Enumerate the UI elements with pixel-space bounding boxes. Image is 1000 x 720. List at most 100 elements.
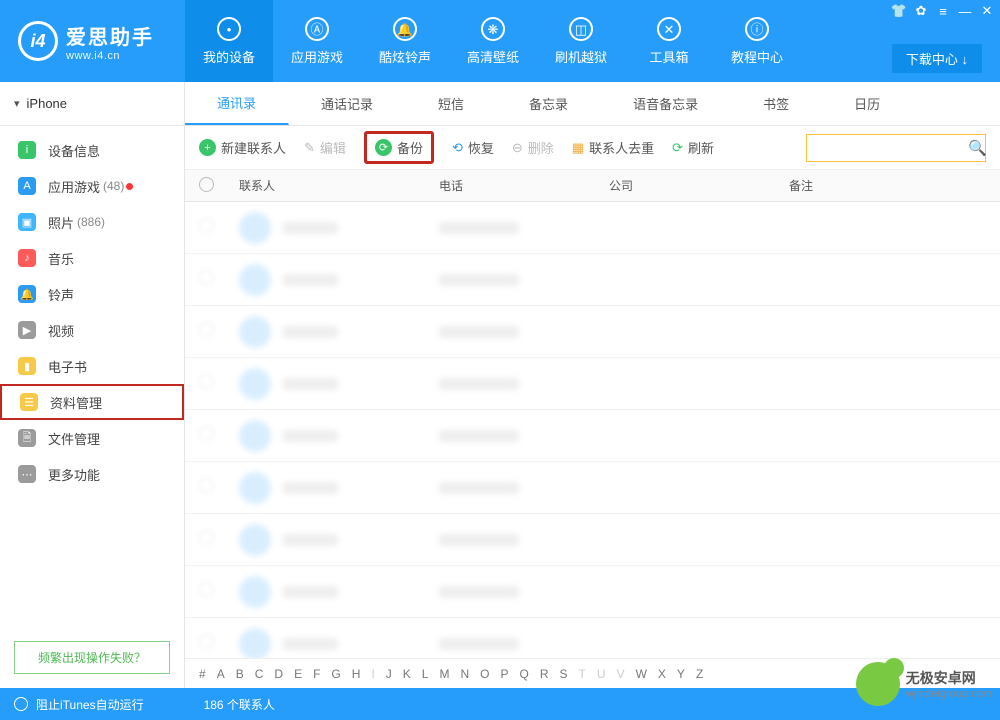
tab-语音备忘录[interactable]: 语音备忘录 <box>601 82 731 125</box>
close-icon[interactable]: ✕ <box>980 4 994 18</box>
top-nav-appstore[interactable]: Ⓐ应用游戏 <box>273 0 361 82</box>
sidebar-item-铃声[interactable]: 🔔铃声 <box>0 276 184 312</box>
alpha-K[interactable]: K <box>403 667 411 681</box>
table-row[interactable] <box>185 462 1000 514</box>
alpha-U[interactable]: U <box>597 667 606 681</box>
col-note[interactable]: 备注 <box>789 177 986 194</box>
sidebar-item-照片[interactable]: ▣照片(886) <box>0 204 184 240</box>
alpha-N[interactable]: N <box>460 667 469 681</box>
table-row[interactable] <box>185 306 1000 358</box>
new-contact-button[interactable]: +新建联系人 <box>199 138 286 157</box>
row-checkbox[interactable] <box>199 218 214 233</box>
alpha-C[interactable]: C <box>255 667 264 681</box>
col-company[interactable]: 公司 <box>609 177 789 194</box>
alpha-H[interactable]: H <box>352 667 361 681</box>
settings-icon[interactable]: ✿ <box>914 4 928 18</box>
alpha-S[interactable]: S <box>560 667 568 681</box>
restore-button[interactable]: ⟲恢复 <box>452 138 494 157</box>
top-nav-box[interactable]: ◫刷机越狱 <box>537 0 625 82</box>
alpha-L[interactable]: L <box>422 667 429 681</box>
apple-icon: • <box>217 17 241 41</box>
refresh-button[interactable]: ⟳刷新 <box>672 138 714 157</box>
shirt-icon[interactable]: 👕 <box>892 4 906 18</box>
row-checkbox[interactable] <box>199 374 214 389</box>
sidebar-icon: ▣ <box>18 213 36 231</box>
sidebar-item-电子书[interactable]: ▮电子书 <box>0 348 184 384</box>
search-box[interactable]: 🔍 <box>806 134 986 162</box>
row-checkbox[interactable] <box>199 582 214 597</box>
alpha-O[interactable]: O <box>480 667 489 681</box>
device-selector[interactable]: iPhone <box>0 82 184 126</box>
tab-备忘录[interactable]: 备忘录 <box>497 82 601 125</box>
alpha-E[interactable]: E <box>294 667 302 681</box>
search-input[interactable] <box>813 141 968 155</box>
watermark-logo-icon <box>856 662 900 706</box>
tab-通话记录[interactable]: 通话记录 <box>289 82 406 125</box>
alpha-D[interactable]: D <box>274 667 283 681</box>
alpha-P[interactable]: P <box>501 667 509 681</box>
sidebar-icon: 🗎 <box>18 429 36 447</box>
minimize-icon[interactable]: — <box>958 4 972 18</box>
alpha-A[interactable]: A <box>217 667 225 681</box>
tab-通讯录[interactable]: 通讯录 <box>185 82 289 125</box>
dedup-button[interactable]: ▦联系人去重 <box>572 138 654 157</box>
alpha-F[interactable]: F <box>313 667 320 681</box>
dropdown-icon[interactable]: ≡ <box>936 4 950 18</box>
table-row[interactable] <box>185 566 1000 618</box>
sidebar-item-应用游戏[interactable]: A应用游戏(48) <box>0 168 184 204</box>
top-nav-flower[interactable]: ❋高清壁纸 <box>449 0 537 82</box>
alpha-Z[interactable]: Z <box>696 667 703 681</box>
sidebar-item-音乐[interactable]: ♪音乐 <box>0 240 184 276</box>
alpha-V[interactable]: V <box>617 667 625 681</box>
row-checkbox[interactable] <box>199 478 214 493</box>
alpha-B[interactable]: B <box>236 667 244 681</box>
alpha-Q[interactable]: Q <box>520 667 529 681</box>
col-contact[interactable]: 联系人 <box>239 177 439 194</box>
col-phone[interactable]: 电话 <box>439 177 609 194</box>
row-checkbox[interactable] <box>199 634 214 649</box>
table-row[interactable] <box>185 358 1000 410</box>
svg-text:•: • <box>227 22 232 37</box>
backup-button[interactable]: ⟳备份 <box>364 131 434 164</box>
alpha-X[interactable]: X <box>658 667 666 681</box>
itunes-block-toggle[interactable]: 阻止iTunes自动运行 <box>14 696 144 713</box>
row-checkbox[interactable] <box>199 270 214 285</box>
alpha-M[interactable]: M <box>439 667 449 681</box>
tab-日历[interactable]: 日历 <box>822 82 913 125</box>
download-center-button[interactable]: 下载中心 <box>892 44 982 73</box>
search-icon[interactable]: 🔍 <box>968 139 987 157</box>
delete-button[interactable]: ⊖删除 <box>512 138 554 157</box>
table-row[interactable] <box>185 514 1000 566</box>
alpha-Y[interactable]: Y <box>677 667 685 681</box>
top-nav-info[interactable]: ⓘ教程中心 <box>713 0 801 82</box>
table-row[interactable] <box>185 618 1000 658</box>
alpha-T[interactable]: T <box>579 667 586 681</box>
alpha-R[interactable]: R <box>540 667 549 681</box>
table-row[interactable] <box>185 202 1000 254</box>
select-all-checkbox[interactable] <box>199 177 214 192</box>
row-checkbox[interactable] <box>199 426 214 441</box>
sidebar-item-更多功能[interactable]: ⋯更多功能 <box>0 456 184 492</box>
sidebar-icon: ▶ <box>18 321 36 339</box>
sidebar-item-文件管理[interactable]: 🗎文件管理 <box>0 420 184 456</box>
sidebar-item-视频[interactable]: ▶视频 <box>0 312 184 348</box>
edit-button[interactable]: ✎编辑 <box>304 138 346 157</box>
table-row[interactable] <box>185 254 1000 306</box>
row-checkbox[interactable] <box>199 530 214 545</box>
alpha-W[interactable]: W <box>636 667 647 681</box>
top-nav-wrench[interactable]: ✕工具箱 <box>625 0 713 82</box>
top-nav-apple[interactable]: •我的设备 <box>185 0 273 82</box>
row-checkbox[interactable] <box>199 322 214 337</box>
tab-书签[interactable]: 书签 <box>731 82 822 125</box>
tab-短信[interactable]: 短信 <box>406 82 497 125</box>
alpha-#[interactable]: # <box>199 667 206 681</box>
top-nav-bell[interactable]: 🔔酷炫铃声 <box>361 0 449 82</box>
table-row[interactable] <box>185 410 1000 462</box>
alpha-J[interactable]: J <box>386 667 392 681</box>
alpha-G[interactable]: G <box>331 667 340 681</box>
alpha-I[interactable]: I <box>371 667 374 681</box>
sidebar-item-设备信息[interactable]: i设备信息 <box>0 132 184 168</box>
avatar <box>239 368 271 400</box>
sidebar-item-资料管理[interactable]: ☰资料管理 <box>0 384 184 420</box>
faq-button[interactable]: 频繁出现操作失败？ <box>14 641 170 674</box>
